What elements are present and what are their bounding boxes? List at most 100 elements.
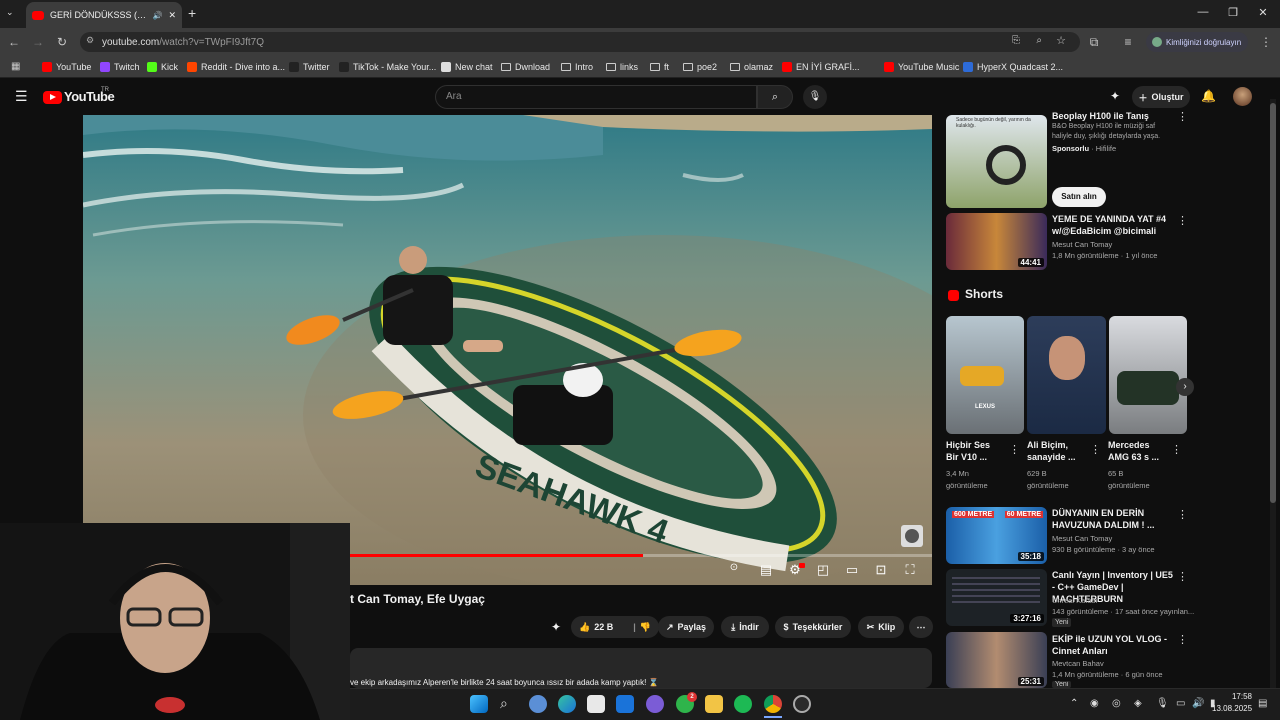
maximize-button[interactable]: ❐ (1225, 6, 1241, 19)
autoplay-toggle[interactable]: ⊙ (724, 562, 744, 573)
bookmark-item[interactable]: Twitch (100, 56, 140, 78)
volume-icon[interactable]: 🔊 (1192, 698, 1204, 709)
premium-icon[interactable]: ✦ (1110, 89, 1120, 103)
description-box[interactable]: ve ekip arkadaşımız Alperen'le birlikte … (350, 648, 932, 688)
bookmark-item[interactable]: Dwnload (501, 56, 550, 78)
subtitles-icon[interactable]: ▤ (756, 562, 776, 578)
shorts-next-arrow-icon[interactable]: › (1176, 378, 1194, 396)
video-menu-icon[interactable]: ⋮ (1177, 508, 1188, 521)
channel-name[interactable]: Mesut Can Tomay (1052, 239, 1112, 250)
browser-menu-icon[interactable]: ⋮ (1258, 35, 1274, 49)
more-actions-button[interactable]: ⋯ (909, 616, 933, 638)
tab-close-icon[interactable]: ✕ (168, 10, 176, 21)
tray-mic-icon[interactable]: 🎙 (1156, 698, 1169, 709)
bookmark-item[interactable]: New chat (441, 56, 493, 78)
clock-date[interactable]: 13.08.2025 (1212, 704, 1252, 713)
miniplayer-icon[interactable]: ◰ (813, 562, 833, 578)
network-icon[interactable]: ▭ (1176, 698, 1185, 709)
youtube-logo-icon[interactable] (43, 91, 62, 104)
short-title[interactable]: Ali Biçim, sanayide ... (1027, 439, 1087, 463)
speaker-icon[interactable]: 🔊 (152, 11, 162, 20)
channel-name[interactable]: Unreal Kafası (1052, 595, 1097, 606)
short-thumbnail[interactable] (1027, 316, 1106, 434)
clock-time[interactable]: 17:58 (1226, 692, 1252, 701)
tab-list-chevron-icon[interactable]: ⌄ (6, 7, 14, 18)
video-title[interactable]: EKİP ile UZUN YOL VLOG - Cinnet Anları (1052, 633, 1177, 657)
address-bar[interactable]: ⚙ youtube.com/watch?v=TWpFI9Jft7Q ⎘ ⌕ ☆ (80, 32, 1080, 52)
chrome-icon[interactable] (764, 695, 782, 713)
windows-start-icon[interactable] (470, 695, 488, 713)
hamburger-menu-icon[interactable]: ☰ (15, 88, 28, 105)
minimize-button[interactable]: — (1195, 6, 1211, 18)
short-menu-icon[interactable]: ⋮ (1009, 443, 1020, 456)
like-count[interactable]: 22 B (594, 622, 613, 632)
bookmark-item[interactable]: Kick (147, 56, 178, 78)
video-thumbnail[interactable]: 25:31 (946, 632, 1047, 688)
reload-button[interactable]: ↻ (54, 35, 70, 49)
bookmark-item[interactable]: HyperX Quadcast 2... (963, 56, 1063, 78)
messenger-icon[interactable] (646, 695, 664, 713)
ad-buy-button[interactable]: Satın alın (1052, 187, 1106, 207)
bookmark-item[interactable]: Reddit - Dive into a... (187, 56, 285, 78)
bookmark-item[interactable]: poe2 (683, 56, 717, 78)
bookmark-item[interactable]: Twitter (289, 56, 330, 78)
zoom-icon[interactable]: ⌕ (1036, 35, 1042, 46)
tray-chevron-icon[interactable]: ⌃ (1070, 698, 1078, 709)
voice-search-icon[interactable]: 🎙 (803, 85, 827, 109)
close-window-button[interactable]: ✕ (1255, 6, 1271, 19)
profile-button[interactable]: Kimliğinizi doğrulayın (1146, 32, 1248, 52)
scrollbar-thumb[interactable] (1270, 103, 1276, 503)
tray-app-icon[interactable]: ◈ (1134, 698, 1142, 709)
bookmark-item[interactable]: olamaz (730, 56, 773, 78)
short-menu-icon[interactable]: ⋮ (1171, 443, 1182, 456)
video-thumbnail[interactable]: 44:41 (946, 213, 1047, 270)
new-tab-button[interactable]: + (188, 5, 196, 21)
video-thumbnail[interactable]: 3:27:16 (946, 569, 1047, 626)
short-title[interactable]: Hiçbir Ses Bir V10 ... (946, 439, 1004, 463)
channel-name[interactable]: Mesut Can Tomay (1052, 533, 1112, 544)
store-icon[interactable] (587, 695, 605, 713)
bookmark-item[interactable]: YouTube (42, 56, 91, 78)
video-player[interactable]: SEAHAWK 4 (83, 115, 932, 585)
ad-menu-icon[interactable]: ⋮ (1177, 110, 1188, 123)
ad-title[interactable]: Beoplay H100 ile Tanış (1052, 110, 1177, 122)
bookmark-item[interactable]: YouTube Music (884, 56, 959, 78)
bookmark-item[interactable]: Intro (561, 56, 593, 78)
edge-icon[interactable] (558, 695, 576, 713)
download-button[interactable]: ⤓ İndir (721, 616, 769, 638)
theater-mode-icon[interactable]: ▭ (842, 562, 862, 578)
channel-name[interactable]: Mevtcan Bahav (1052, 658, 1104, 669)
bookmark-item[interactable]: TikTok - Make Your... (339, 56, 436, 78)
share-button[interactable]: ↗ Paylaş (658, 616, 714, 638)
clip-button[interactable]: ✂ Klip (858, 616, 904, 638)
video-menu-icon[interactable]: ⋮ (1177, 633, 1188, 646)
extensions-icon[interactable]: ⧉ (1086, 35, 1102, 50)
bookmark-item[interactable]: EN İYİ GRAFİ... (782, 56, 860, 78)
dislike-button[interactable]: 👎 (640, 622, 651, 633)
page-scrollbar[interactable] (1270, 99, 1276, 688)
video-thumbnail[interactable]: 600 METRE 60 METRE 35:18 (946, 507, 1047, 564)
outlook-icon[interactable] (616, 695, 634, 713)
like-button[interactable]: 👍 (579, 622, 590, 633)
browser-tab[interactable]: GERİ DÖNDÜKSSS (her şey 🔊 ✕ (26, 2, 182, 28)
forward-button[interactable]: → (30, 35, 46, 49)
site-info-icon[interactable]: ⚙ (86, 35, 94, 46)
short-thumbnail[interactable]: LEXUS (946, 316, 1024, 434)
media-controls-icon[interactable]: ≡ (1120, 35, 1136, 49)
video-menu-icon[interactable]: ⋮ (1177, 570, 1188, 583)
cast-icon[interactable]: ⊡ (871, 562, 891, 578)
video-menu-icon[interactable]: ⋮ (1177, 214, 1188, 227)
ad-thumbnail[interactable]: Sadece bugünün değil, yarının da kulaklı… (946, 115, 1047, 208)
notifications-bell-icon[interactable]: 🔔 (1201, 89, 1216, 103)
fullscreen-icon[interactable]: ⛶ (900, 562, 920, 578)
short-title[interactable]: Mercedes AMG 63 s ... (1108, 439, 1168, 463)
search-input[interactable]: Ara (435, 85, 757, 109)
notifications-icon[interactable]: ▤ (1258, 698, 1267, 709)
spotify-icon[interactable] (734, 695, 752, 713)
taskbar-search-icon[interactable]: ⌕ (500, 695, 508, 712)
file-explorer-icon[interactable] (705, 695, 723, 713)
tray-steam-icon[interactable]: ◎ (1112, 698, 1121, 709)
bookmark-star-icon[interactable]: ☆ (1056, 34, 1066, 47)
bookmark-item[interactable]: ft (650, 56, 669, 78)
account-avatar[interactable] (1233, 87, 1252, 106)
